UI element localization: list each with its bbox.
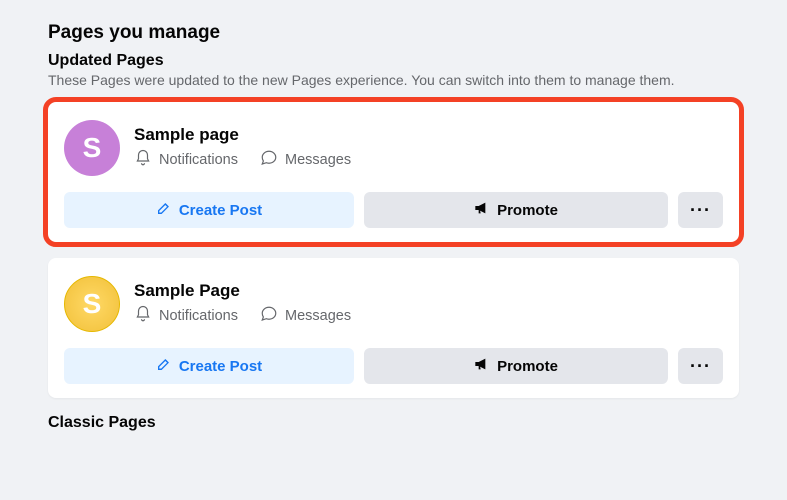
section-title: Pages you manage — [48, 22, 739, 44]
page-name[interactable]: Sample page — [134, 125, 351, 145]
bell-icon — [134, 305, 152, 327]
page-card-header: S Sample page Notifications Messages — [64, 120, 723, 176]
create-post-label: Create Post — [179, 358, 262, 375]
bell-icon — [134, 149, 152, 171]
page-card: S Sample Page Notifications Messages — [48, 258, 739, 398]
page-name[interactable]: Sample Page — [134, 281, 351, 301]
megaphone-icon — [474, 357, 490, 375]
messages-label: Messages — [285, 308, 351, 324]
notifications-label: Notifications — [159, 308, 238, 324]
more-button[interactable]: ··· — [678, 348, 723, 384]
more-button[interactable]: ··· — [678, 192, 723, 228]
page-header-text: Sample page Notifications Messages — [134, 125, 351, 171]
promote-label: Promote — [497, 202, 558, 219]
messages-link[interactable]: Messages — [260, 305, 351, 327]
notifications-link[interactable]: Notifications — [134, 149, 238, 171]
updated-pages-description: These Pages were updated to the new Page… — [48, 72, 739, 88]
avatar[interactable]: S — [64, 276, 120, 332]
messages-label: Messages — [285, 152, 351, 168]
notifications-link[interactable]: Notifications — [134, 305, 238, 327]
create-post-button[interactable]: Create Post — [64, 348, 354, 384]
updated-pages-title: Updated Pages — [48, 52, 739, 70]
chat-icon — [260, 149, 278, 171]
page-card: S Sample page Notifications Messages — [48, 102, 739, 242]
avatar[interactable]: S — [64, 120, 120, 176]
page-meta-row: Notifications Messages — [134, 305, 351, 327]
page-actions: Create Post Promote ··· — [64, 192, 723, 228]
promote-button[interactable]: Promote — [364, 192, 668, 228]
page-meta-row: Notifications Messages — [134, 149, 351, 171]
classic-pages-title: Classic Pages — [48, 414, 739, 432]
promote-label: Promote — [497, 358, 558, 375]
promote-button[interactable]: Promote — [364, 348, 668, 384]
messages-link[interactable]: Messages — [260, 149, 351, 171]
page-card-header: S Sample Page Notifications Messages — [64, 276, 723, 332]
notifications-label: Notifications — [159, 152, 238, 168]
page-actions: Create Post Promote ··· — [64, 348, 723, 384]
edit-icon — [156, 356, 172, 376]
edit-icon — [156, 200, 172, 220]
page-header-text: Sample Page Notifications Messages — [134, 281, 351, 327]
chat-icon — [260, 305, 278, 327]
megaphone-icon — [474, 201, 490, 219]
create-post-button[interactable]: Create Post — [64, 192, 354, 228]
create-post-label: Create Post — [179, 202, 262, 219]
